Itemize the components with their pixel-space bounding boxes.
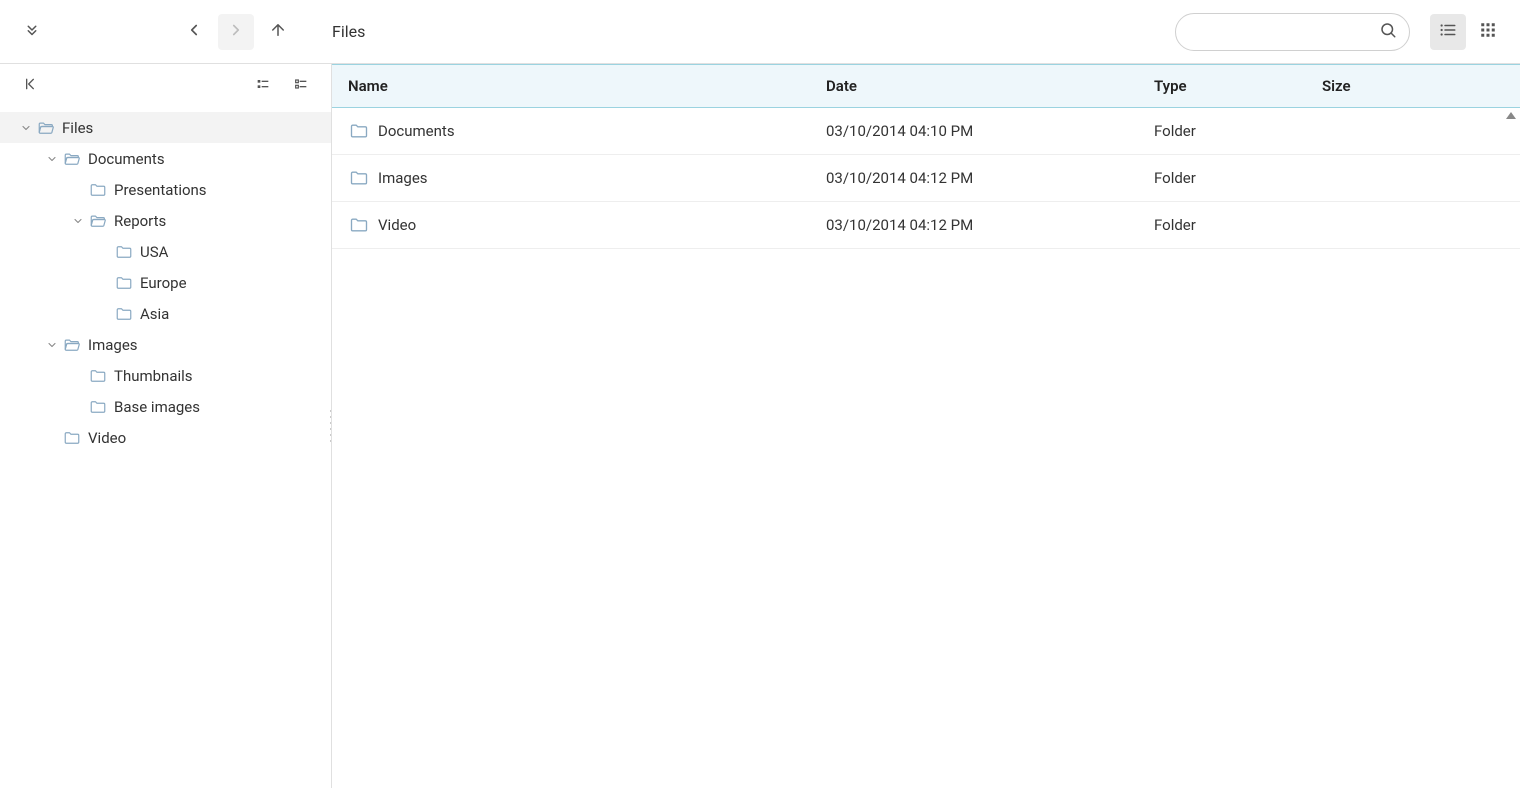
folder-icon bbox=[62, 428, 82, 448]
nav-up-button[interactable] bbox=[260, 14, 296, 50]
tree-node-label: Thumbnails bbox=[114, 367, 193, 385]
grid-icon bbox=[1479, 21, 1497, 43]
tree-node[interactable]: Documents bbox=[0, 143, 331, 174]
tree-node-label: USA bbox=[140, 243, 168, 261]
folder-icon bbox=[114, 273, 134, 293]
tree-node-label: Images bbox=[88, 336, 138, 354]
file-row[interactable]: Video 03/10/2014 04:12 PMFolder bbox=[332, 202, 1520, 249]
chevron-right-icon bbox=[227, 21, 245, 43]
arrow-up-icon bbox=[269, 21, 287, 43]
file-type: Folder bbox=[1154, 216, 1322, 234]
tree-node[interactable]: Base images bbox=[0, 391, 331, 422]
view-details-button[interactable] bbox=[1430, 14, 1466, 50]
tree-node-label: Europe bbox=[140, 274, 187, 292]
tree-node[interactable]: Video bbox=[0, 422, 331, 453]
tree-node[interactable]: Presentations bbox=[0, 174, 331, 205]
folder-icon bbox=[114, 304, 134, 324]
folder-icon bbox=[88, 180, 108, 200]
file-date: 03/10/2014 04:12 PM bbox=[826, 216, 1154, 234]
folder-tree-panel: Files Documents Presentations Reports USA Eur… bbox=[0, 64, 332, 788]
tree-node-label: Documents bbox=[88, 150, 165, 168]
column-header-size[interactable]: Size bbox=[1322, 77, 1520, 95]
scroll-up-hint-icon bbox=[1506, 112, 1516, 119]
tree-node[interactable]: Reports bbox=[0, 205, 331, 236]
tree-toggle[interactable] bbox=[70, 213, 86, 229]
tree-node[interactable]: Files bbox=[0, 112, 331, 143]
file-row[interactable]: Documents 03/10/2014 04:10 PMFolder bbox=[332, 108, 1520, 155]
folder-icon bbox=[348, 167, 370, 189]
column-header-name[interactable]: Name bbox=[332, 77, 826, 95]
tree-toggle-placeholder bbox=[70, 368, 86, 384]
file-type: Folder bbox=[1154, 122, 1322, 140]
tree-toolbar bbox=[0, 64, 331, 108]
folder-open-icon bbox=[62, 335, 82, 355]
column-header-date[interactable]: Date bbox=[826, 77, 1154, 95]
tree-scroll-to-start-button[interactable] bbox=[16, 72, 44, 100]
folder-open-icon bbox=[36, 118, 56, 138]
folder-icon bbox=[88, 397, 108, 417]
tree-toggle-placeholder bbox=[70, 182, 86, 198]
tree-node-label: Reports bbox=[114, 212, 166, 230]
tree-node-label: Base images bbox=[114, 398, 200, 416]
chevron-left-icon bbox=[185, 21, 203, 43]
tree-node[interactable]: Thumbnails bbox=[0, 360, 331, 391]
folder-icon bbox=[114, 242, 134, 262]
view-thumbnails-button[interactable] bbox=[1470, 14, 1506, 50]
collapse-all-icon bbox=[255, 76, 271, 96]
search-input[interactable] bbox=[1188, 23, 1379, 41]
file-date: 03/10/2014 04:12 PM bbox=[826, 169, 1154, 187]
main-toolbar: Files bbox=[0, 0, 1520, 64]
file-date: 03/10/2014 04:10 PM bbox=[826, 122, 1154, 140]
tree-toggle-placeholder bbox=[44, 430, 60, 446]
file-name: Documents bbox=[378, 122, 455, 140]
expand-all-button[interactable] bbox=[287, 72, 315, 100]
tree-node-label: Presentations bbox=[114, 181, 207, 199]
column-header-type[interactable]: Type bbox=[1154, 77, 1322, 95]
file-name: Video bbox=[378, 216, 416, 234]
tree-node[interactable]: USA bbox=[0, 236, 331, 267]
collapse-all-button[interactable] bbox=[249, 72, 277, 100]
tree-toggle-placeholder bbox=[96, 275, 112, 291]
nav-back-button[interactable] bbox=[176, 14, 212, 50]
tree-toggle[interactable] bbox=[44, 151, 60, 167]
tree-node-label: Video bbox=[88, 429, 126, 447]
grid-header: Name Date Type Size bbox=[332, 64, 1520, 108]
file-row[interactable]: Images 03/10/2014 04:12 PMFolder bbox=[332, 155, 1520, 202]
expand-toolbar-button[interactable] bbox=[14, 14, 50, 50]
expand-all-icon bbox=[293, 76, 309, 96]
tree-toggle-placeholder bbox=[96, 244, 112, 260]
file-list[interactable]: Documents03/10/2014 04:10 PMFolderImages… bbox=[332, 108, 1520, 788]
tree-node-label: Asia bbox=[140, 305, 169, 323]
nav-forward-button[interactable] bbox=[218, 14, 254, 50]
search-icon bbox=[1379, 21, 1397, 43]
tree-node[interactable]: Images bbox=[0, 329, 331, 360]
breadcrumb[interactable]: Files bbox=[332, 22, 365, 41]
tree-toggle-placeholder bbox=[70, 399, 86, 415]
search-field-wrap[interactable] bbox=[1175, 13, 1410, 51]
folder-open-icon bbox=[88, 211, 108, 231]
goto-start-icon bbox=[22, 76, 38, 96]
tree-toggle-placeholder bbox=[96, 306, 112, 322]
tree-toggle[interactable] bbox=[44, 337, 60, 353]
tree-toggle[interactable] bbox=[18, 120, 34, 136]
file-list-panel: Name Date Type Size Documents 03/10/2014 … bbox=[332, 64, 1520, 788]
folder-open-icon bbox=[62, 149, 82, 169]
folder-icon bbox=[348, 120, 370, 142]
file-type: Folder bbox=[1154, 169, 1322, 187]
list-icon bbox=[1439, 21, 1457, 43]
folder-icon bbox=[348, 214, 370, 236]
chevrons-down-icon bbox=[23, 21, 41, 43]
file-name: Images bbox=[378, 169, 428, 187]
tree-node[interactable]: Europe bbox=[0, 267, 331, 298]
tree-node[interactable]: Asia bbox=[0, 298, 331, 329]
folder-tree[interactable]: Files Documents Presentations Reports USA Eur… bbox=[0, 108, 331, 457]
tree-node-label: Files bbox=[62, 119, 93, 137]
folder-icon bbox=[88, 366, 108, 386]
